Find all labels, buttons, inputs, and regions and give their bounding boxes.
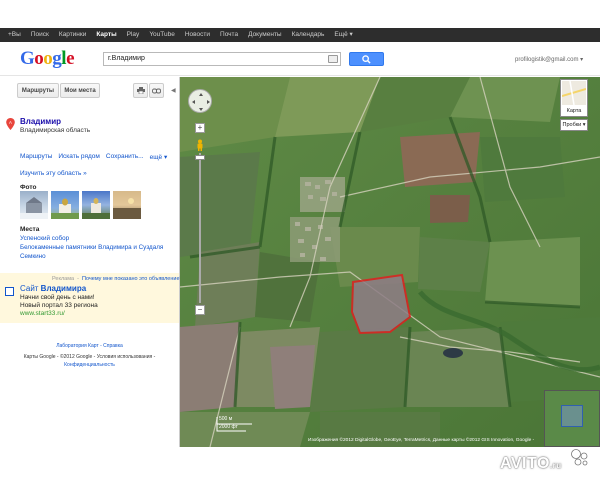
ad-label: Реклама - Почему мне показано это объявл…: [52, 276, 183, 282]
avito-logo-icon: [571, 449, 588, 466]
routes-button[interactable]: Маршруты: [17, 83, 59, 98]
maps-header: Google г.Владимир profilogistik@gmail.co…: [0, 42, 600, 76]
photo-thumbnail[interactable]: [82, 191, 110, 219]
place-link[interactable]: Успенский собор: [20, 235, 69, 242]
map-preview-icon: [561, 80, 587, 106]
keyboard-icon[interactable]: [328, 55, 338, 63]
scale-feet: 2000 фт: [219, 424, 238, 430]
top-bar-link[interactable]: YouTube: [149, 30, 175, 40]
search-button[interactable]: [349, 52, 384, 66]
ad-text-line: Начни свой день с нами!: [20, 294, 95, 301]
labs-help-links[interactable]: Лаборатория Карт - Справка: [0, 343, 179, 349]
map-type-toggle[interactable]: Карта: [560, 79, 588, 117]
top-bar-link[interactable]: Play: [127, 30, 140, 40]
photos-heading: Фото: [20, 184, 37, 191]
left-panel: Маршруты Мои места ◀ A Владимир Владимир…: [0, 77, 183, 447]
street-view-pegman-icon[interactable]: [196, 139, 204, 151]
ad-title-link[interactable]: Сайт Владимира: [20, 284, 86, 293]
photo-thumbnail[interactable]: [20, 191, 48, 219]
explore-area-link[interactable]: Изучить эту область »: [20, 170, 87, 177]
photo-thumbnail[interactable]: [113, 191, 141, 219]
place-actions: Маршруты Искать рядом Сохранить... ещё ▾: [20, 153, 167, 161]
map-thumbnail: [561, 80, 587, 106]
top-bar-links: +Вы Поиск Картинки Карты Play YouTube Новости П…: [8, 30, 353, 40]
top-bar-link[interactable]: Карты: [96, 30, 116, 40]
photo-sunset-city: [113, 198, 141, 219]
browser-page: +Вы Поиск Картинки Карты Play YouTube Новости П…: [0, 0, 600, 480]
place-link[interactable]: Белокаменные памятники Владимира и Сузда…: [20, 244, 163, 251]
user-account-menu[interactable]: profilogistik@gmail.com ▾: [515, 56, 583, 63]
avito-text: AVITO: [500, 455, 550, 472]
photo-thumbnail[interactable]: [51, 191, 79, 219]
avito-suffix: .ru: [549, 461, 562, 470]
pan-arrows-icon: [192, 93, 210, 111]
place-title[interactable]: Владимир: [20, 117, 61, 126]
search-input[interactable]: г.Владимир: [103, 52, 341, 66]
directions-link[interactable]: Маршруты: [20, 153, 52, 161]
top-bar-link[interactable]: Картинки: [59, 30, 87, 40]
google-top-bar: +Вы Поиск Картинки Карты Play YouTube Новости П…: [0, 28, 600, 42]
link-icon: [152, 88, 161, 93]
top-bar-link[interactable]: Поиск: [31, 30, 49, 40]
printer-icon: [136, 87, 145, 94]
ad-map-icon: [5, 287, 14, 296]
places-heading: Места: [20, 226, 40, 233]
link-button[interactable]: [149, 83, 164, 98]
zoom-out-button[interactable]: −: [195, 305, 205, 315]
top-bar-link[interactable]: Ещё ▾: [334, 30, 352, 40]
svg-text:A: A: [9, 120, 12, 125]
map-pin-icon: A: [6, 118, 15, 130]
search-icon: [362, 54, 371, 64]
ad-label-text: Реклама: [52, 276, 75, 282]
pan-control[interactable]: [188, 89, 212, 113]
more-dropdown[interactable]: ещё ▾: [150, 153, 168, 161]
top-bar-link[interactable]: Документы: [248, 30, 282, 40]
zoom-in-button[interactable]: +: [195, 123, 205, 133]
google-logo[interactable]: Google: [20, 48, 74, 70]
my-places-button[interactable]: Мои места: [60, 83, 100, 98]
search-nearby-link[interactable]: Искать рядом: [58, 153, 100, 161]
ad-title-prefix: Сайт: [20, 284, 41, 293]
top-bar-link[interactable]: Почта: [220, 30, 238, 40]
satellite-imagery: [180, 77, 600, 447]
collapse-panel-icon[interactable]: ◀: [171, 87, 176, 94]
traffic-dropdown[interactable]: Пробки ▾: [560, 119, 588, 131]
satellite-map[interactable]: + − Карта Пробки ▾ 500 м 2000 фт Изображ…: [180, 77, 600, 447]
overview-viewport[interactable]: [561, 405, 583, 427]
photo-strip: [20, 191, 141, 219]
zoom-slider-track[interactable]: [199, 153, 201, 303]
ad-text-line: Новый портал 33 региона: [20, 302, 98, 309]
place-link[interactable]: Семкино: [20, 253, 46, 260]
overview-map[interactable]: [544, 390, 600, 447]
ad-url[interactable]: www.start33.ru/: [20, 310, 65, 317]
top-bar-link[interactable]: Календарь: [292, 30, 325, 40]
zoom-slider-handle[interactable]: [195, 155, 205, 160]
sponsored-ad: Реклама - Почему мне показано это объявл…: [0, 273, 183, 323]
map-attribution: Изображения ©2012 DigitalGlobe, GeoEye, …: [308, 438, 535, 443]
scale-meters: 500 м: [219, 416, 233, 422]
top-bar-link[interactable]: +Вы: [8, 30, 21, 40]
save-link[interactable]: Сохранить...: [106, 153, 144, 161]
top-bar-link[interactable]: Новости: [185, 30, 210, 40]
copyright-terms[interactable]: Карты Google - ©2012 Google - Условия ис…: [0, 354, 179, 360]
place-region: Владимирская область: [20, 127, 91, 134]
photo-winter-building: [20, 197, 48, 219]
avito-watermark: AVITO.ru: [500, 455, 562, 473]
photo-church: [82, 198, 110, 219]
why-this-ad-link[interactable]: Почему мне показано это объявление?: [82, 276, 183, 282]
print-button[interactable]: [133, 83, 148, 98]
map-type-label: Карта: [566, 108, 582, 114]
privacy-link[interactable]: Конфиденциальность: [0, 362, 179, 368]
map-scale: 500 м 2000 фт: [216, 416, 256, 437]
ad-title-bold: Владимира: [40, 284, 87, 293]
photo-cathedral: [51, 198, 79, 219]
